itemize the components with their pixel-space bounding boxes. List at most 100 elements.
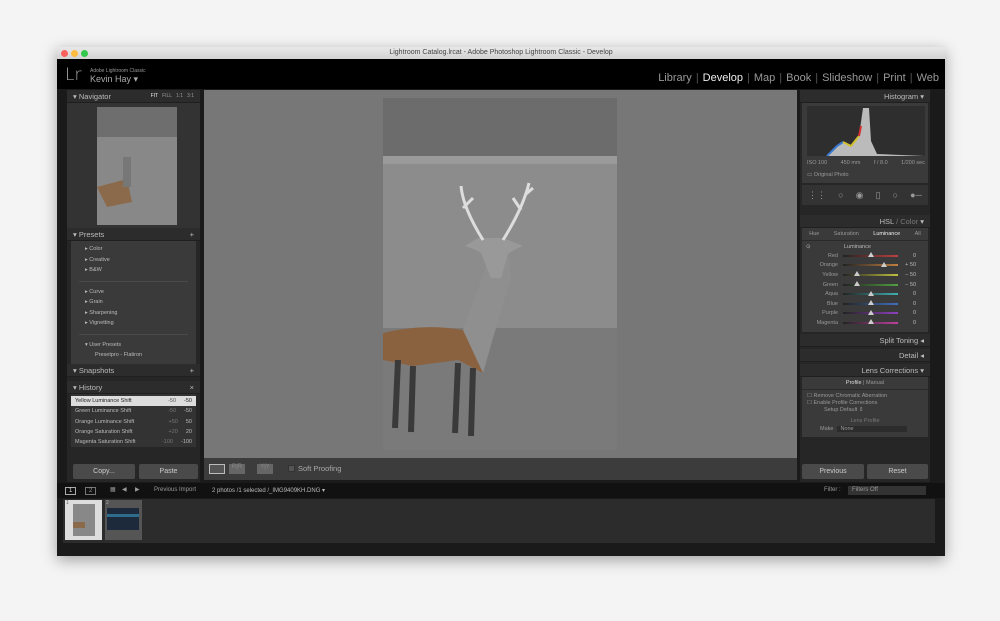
zoom-option[interactable]: FILL <box>162 93 172 99</box>
slider-handle[interactable] <box>853 271 860 277</box>
hsl-tab-saturation[interactable]: Saturation <box>834 228 859 240</box>
graduated-filter-icon[interactable]: ▯ <box>876 190 881 201</box>
slider-handle[interactable] <box>881 261 888 267</box>
preset-folder[interactable]: ▸ Creative <box>71 255 196 266</box>
enable-profile-check[interactable]: ☐ Enable Profile Corrections <box>802 399 928 406</box>
lens-tab-manual[interactable]: Manual <box>866 380 884 386</box>
slider-handle[interactable] <box>867 290 874 296</box>
filmstrip-thumb-2[interactable]: 2 <box>105 500 142 540</box>
presets-header[interactable]: ▾ Presets + <box>67 228 200 241</box>
clear-history-icon[interactable]: × <box>190 381 194 393</box>
hsl-tab-hue[interactable]: Hue <box>809 228 819 240</box>
slider-track[interactable] <box>843 281 898 287</box>
slider-green[interactable]: Green − 50 <box>802 280 928 290</box>
module-map[interactable]: Map <box>754 72 775 84</box>
preset-folder[interactable]: ▸ Vignetting <box>71 318 196 329</box>
slider-value[interactable]: + 50 <box>902 262 916 268</box>
slider-handle[interactable] <box>853 281 860 287</box>
history-item[interactable]: Orange Saturation Shift +20 20 <box>71 427 196 437</box>
history-item[interactable]: Magenta Saturation Shift -100 -100 <box>71 437 196 447</box>
soft-proofing-checkbox[interactable] <box>288 465 295 472</box>
slider-track[interactable] <box>843 290 898 296</box>
zoom-option[interactable]: FIT <box>151 93 159 99</box>
lens-tab-profile[interactable]: Profile <box>846 380 862 386</box>
slider-blue[interactable]: Blue 0 <box>802 299 928 309</box>
paste-button[interactable]: Paste <box>139 464 198 479</box>
filmstrip-thumb-1[interactable]: 1 <box>65 500 102 540</box>
filter-select[interactable]: Filters Off <box>848 486 926 495</box>
slider-purple[interactable]: Purple 0 <box>802 309 928 319</box>
close-button[interactable] <box>61 49 68 57</box>
red-eye-icon[interactable]: ◉ <box>856 190 864 201</box>
reset-button[interactable]: Reset <box>867 464 928 479</box>
slider-value[interactable]: 0 <box>902 320 916 326</box>
slider-handle[interactable] <box>867 309 874 315</box>
back-arrow-icon[interactable]: ◀ <box>122 486 127 493</box>
slider-track[interactable] <box>843 271 898 277</box>
spot-removal-icon[interactable]: ○ <box>838 190 843 200</box>
panel-header-detail[interactable]: Detail ◂ <box>800 349 930 362</box>
slider-value[interactable]: 0 <box>902 253 916 259</box>
remove-ca-check[interactable]: ☐ Remove Chromatic Aberration <box>802 390 928 399</box>
slider-value[interactable]: − 50 <box>902 272 916 278</box>
hsl-header[interactable]: HSL / Color ▾ <box>800 215 930 228</box>
slider-value[interactable]: 0 <box>902 301 916 307</box>
slider-orange[interactable]: Orange + 50 <box>802 261 928 271</box>
slider-track[interactable] <box>843 252 898 258</box>
target-adjustment-icon[interactable]: ⊙ <box>806 244 844 250</box>
user-preset-item[interactable]: Presetpro - Flatiron <box>71 350 196 361</box>
slider-handle[interactable] <box>867 252 874 258</box>
navigator-header[interactable]: ▾ Navigator FIT FILL 1:1 3:1 <box>67 90 200 103</box>
preset-folder[interactable]: ▸ Grain <box>71 297 196 308</box>
before-after-split-icon[interactable]: Y|Y <box>257 464 273 474</box>
zoom-option[interactable]: 1:1 <box>176 93 183 99</box>
history-header[interactable]: ▾ History × <box>67 381 200 394</box>
user-presets-folder[interactable]: ▾ User Presets <box>71 340 196 351</box>
module-book[interactable]: Book <box>786 72 811 84</box>
zoom-button[interactable] <box>81 49 88 57</box>
original-photo-toggle[interactable]: ▭ Original Photo <box>807 172 849 178</box>
selection-info[interactable]: 2 photos /1 selected /_IMG9409KH.DNG ▾ <box>212 487 325 494</box>
slider-aqua[interactable]: Aqua 0 <box>802 289 928 299</box>
before-after-icon[interactable]: R|R <box>229 464 245 474</box>
slider-track[interactable] <box>843 261 898 267</box>
slider-track[interactable] <box>843 319 898 325</box>
preset-folder[interactable]: ▸ Curve <box>71 287 196 298</box>
add-preset-icon[interactable]: + <box>190 228 194 240</box>
forward-arrow-icon[interactable]: ▶ <box>135 486 140 493</box>
slider-handle[interactable] <box>867 319 874 325</box>
hsl-tab-all[interactable]: All <box>915 228 921 240</box>
view-1-button[interactable]: 1 <box>65 487 77 495</box>
module-develop[interactable]: Develop <box>703 72 743 84</box>
module-slideshow[interactable]: Slideshow <box>822 72 872 84</box>
grid-view-icon[interactable]: ▦ <box>110 486 116 493</box>
slider-magenta[interactable]: Magenta 0 <box>802 318 928 328</box>
copy-button[interactable]: Copy... <box>73 464 135 479</box>
module-web[interactable]: Web <box>917 72 939 84</box>
hsl-tab-luminance[interactable]: Luminance <box>873 228 900 240</box>
slider-track[interactable] <box>843 300 898 306</box>
loupe-view-icon[interactable] <box>209 464 225 474</box>
adjustment-brush-icon[interactable]: ●─ <box>910 190 922 200</box>
previous-button[interactable]: Previous <box>802 464 864 479</box>
histogram-header[interactable]: Histogram ▾ <box>800 90 930 103</box>
slider-handle[interactable] <box>867 300 874 306</box>
image-canvas[interactable] <box>204 90 797 458</box>
add-snapshot-icon[interactable]: + <box>190 364 194 376</box>
slider-yellow[interactable]: Yellow − 50 <box>802 270 928 280</box>
history-item[interactable]: Yellow Luminance Shift -50 -50 <box>71 396 196 407</box>
user-menu[interactable]: Kevin Hay ▾ <box>90 74 138 85</box>
lens-corrections-header[interactable]: Lens Corrections ▾ <box>800 364 930 377</box>
preset-folder[interactable]: ▸ Color <box>71 244 196 255</box>
module-library[interactable]: Library <box>658 72 692 84</box>
slider-value[interactable]: 0 <box>902 291 916 297</box>
panel-header-split-toning[interactable]: Split Toning ◂ <box>800 334 930 347</box>
view-2-button[interactable]: 2 <box>85 487 97 495</box>
preset-folder[interactable]: ▸ Sharpening <box>71 308 196 319</box>
slider-value[interactable]: 0 <box>902 310 916 316</box>
radial-filter-icon[interactable]: ○ <box>893 190 898 200</box>
slider-track[interactable] <box>843 309 898 315</box>
navigator-preview[interactable] <box>67 103 200 228</box>
minimize-button[interactable] <box>71 49 78 57</box>
slider-value[interactable]: − 50 <box>902 282 916 288</box>
